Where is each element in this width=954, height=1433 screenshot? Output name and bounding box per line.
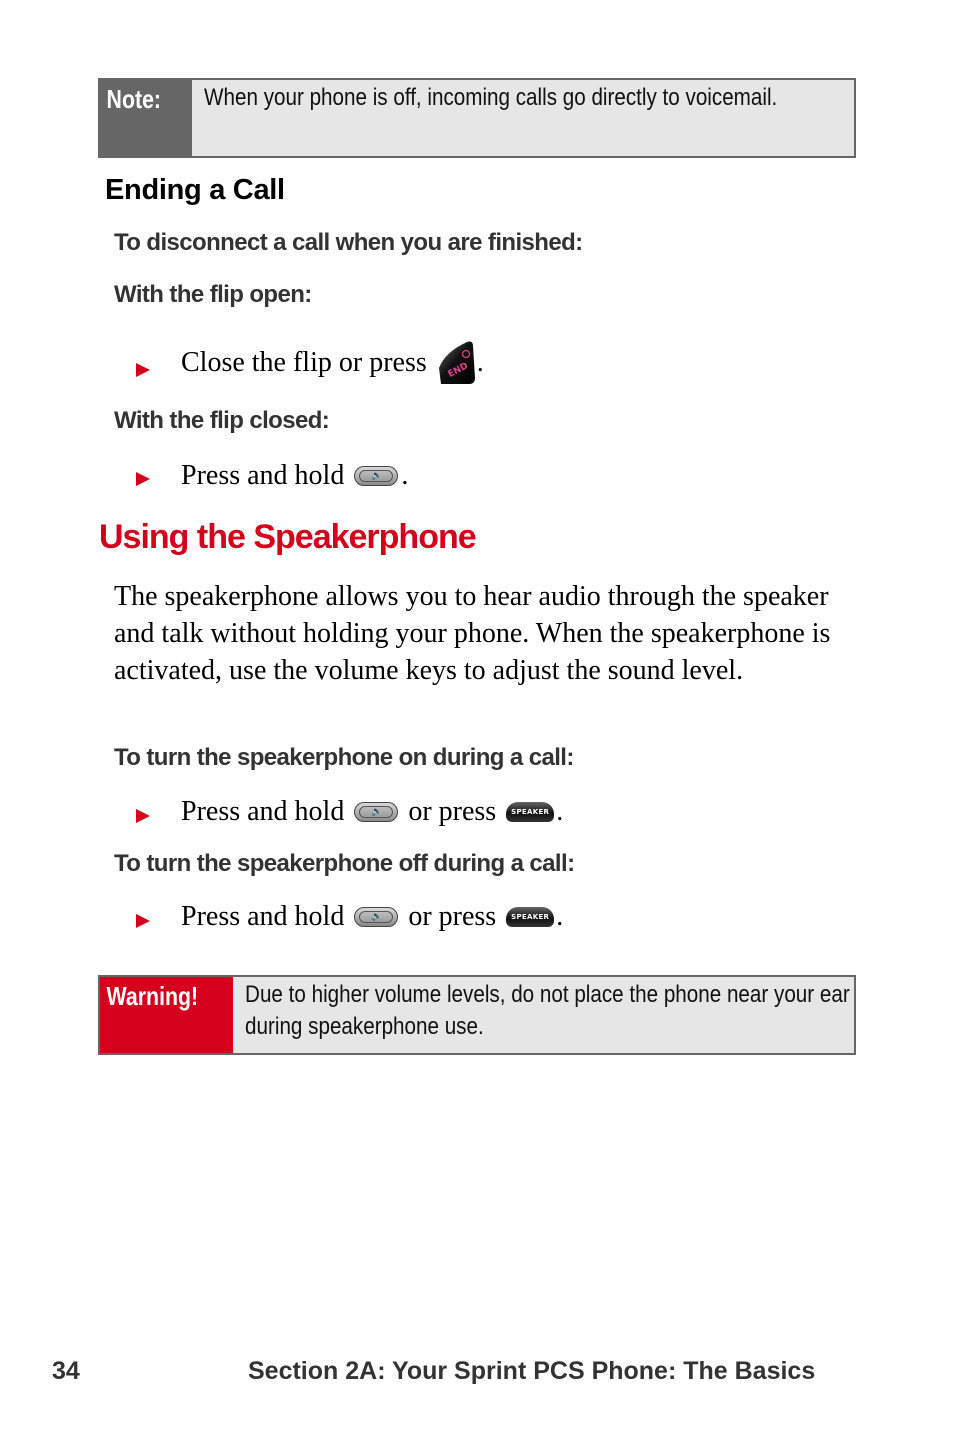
note-label: Note: xyxy=(106,84,162,114)
flip-open-step: Close the flip or press END . xyxy=(181,340,484,386)
step-end-punct: . xyxy=(476,347,484,378)
step-end-punct: . xyxy=(401,460,409,491)
warning-callout: Warning! Due to higher volume levels, do… xyxy=(98,975,856,1055)
ending-call-intro: To disconnect a call when you are finish… xyxy=(114,229,583,256)
bullet-arrow-icon xyxy=(136,363,150,377)
step-text: Close the flip or press xyxy=(181,347,427,378)
turn-off-step: Press and hold 🔈 or press SPEAKER . xyxy=(181,899,563,935)
end-key-icon: END xyxy=(437,340,477,386)
bullet-arrow-icon xyxy=(136,472,150,486)
step-end-punct: . xyxy=(556,796,564,827)
warning-label: Warning! xyxy=(106,981,199,1011)
step-mid-text: or press xyxy=(408,901,497,932)
section-title-footer: Section 2A: Your Sprint PCS Phone: The B… xyxy=(248,1357,816,1385)
turn-off-subheading: To turn the speakerphone off during a ca… xyxy=(114,850,575,877)
step-text: Press and hold xyxy=(181,796,345,827)
section-heading-ending-call: Ending a Call xyxy=(105,174,285,206)
turn-on-subheading: To turn the speakerphone on during a cal… xyxy=(114,744,574,771)
step-text: Press and hold xyxy=(181,460,345,491)
section-heading-speakerphone: Using the Speakerphone xyxy=(99,518,477,556)
turn-on-step: Press and hold 🔈 or press SPEAKER . xyxy=(181,794,563,830)
speaker-key-icon: SPEAKER xyxy=(506,907,555,927)
flip-closed-subheading: With the flip closed: xyxy=(114,407,330,434)
note-text: When your phone is off, incoming calls g… xyxy=(204,84,778,111)
flip-closed-step: Press and hold 🔈 . xyxy=(181,458,408,494)
note-label-cell: Note: xyxy=(100,80,192,156)
bullet-arrow-icon xyxy=(136,914,150,928)
step-text: Press and hold xyxy=(181,901,345,932)
side-speaker-key-icon: 🔈 xyxy=(354,907,399,927)
step-mid-text: or press xyxy=(408,796,497,827)
speakerphone-paragraph: The speakerphone allows you to hear audi… xyxy=(114,581,831,686)
step-end-punct: . xyxy=(556,901,564,932)
flip-open-subheading: With the flip open: xyxy=(114,281,312,308)
note-callout: Note: When your phone is off, incoming c… xyxy=(98,78,856,158)
side-speaker-key-icon: 🔈 xyxy=(354,802,399,822)
warning-label-cell: Warning! xyxy=(100,977,233,1053)
warning-text: Due to higher volume levels, do not plac… xyxy=(245,981,850,1040)
side-speaker-key-icon: 🔈 xyxy=(354,466,399,486)
bullet-arrow-icon xyxy=(136,809,150,823)
page-number: 34 xyxy=(52,1357,80,1385)
speaker-key-icon: SPEAKER xyxy=(506,802,555,822)
